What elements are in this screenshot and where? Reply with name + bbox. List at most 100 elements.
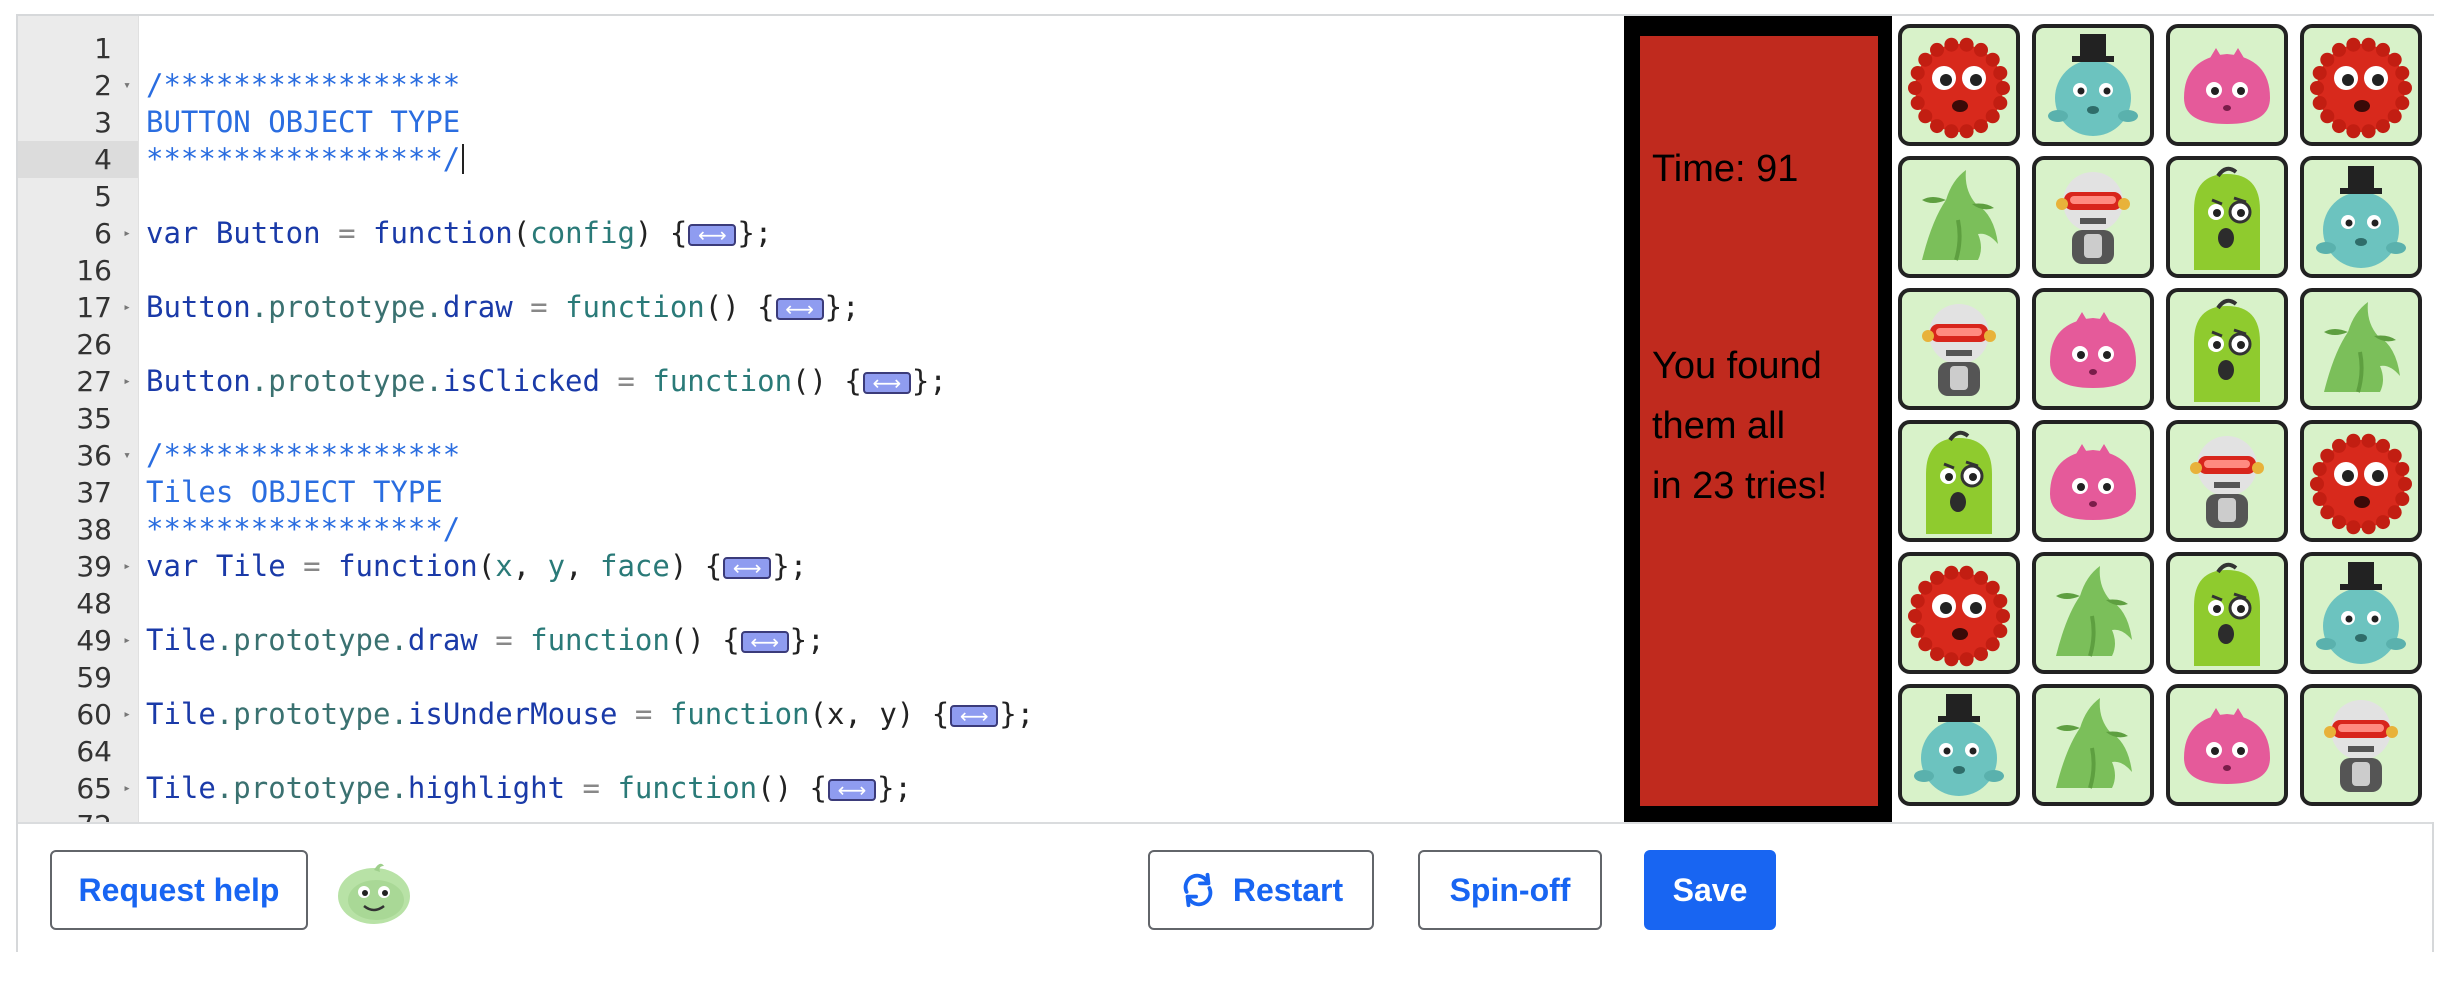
- memory-tile[interactable]: [2166, 24, 2288, 146]
- code-line[interactable]: 17▸Button.prototype.draw = function() {}…: [18, 289, 1624, 327]
- line-number-cell: 36 ▾: [18, 437, 138, 474]
- memory-tile[interactable]: [2166, 288, 2288, 410]
- code-token: };: [789, 623, 825, 657]
- code-line[interactable]: 60 ▸ Tile.prototype.isUnderMouse = functio…: [18, 696, 1624, 734]
- memory-tile[interactable]: [1898, 288, 2020, 410]
- green-monocle-monster-icon: [2194, 562, 2260, 666]
- code-line[interactable]: 5: [18, 178, 1624, 215]
- result-line: You found: [1652, 345, 1822, 387]
- folded-code-marker-icon[interactable]: [775, 291, 824, 327]
- code-line[interactable]: 48: [18, 585, 1624, 622]
- memory-tile[interactable]: [1898, 420, 2020, 542]
- request-help-button[interactable]: Request help: [50, 850, 308, 930]
- memory-tile[interactable]: [2032, 288, 2154, 410]
- memory-tile[interactable]: [2300, 420, 2422, 542]
- fold-closed-icon[interactable]: ▸: [120, 289, 134, 326]
- teal-tophat-monster-icon: [2048, 34, 2138, 136]
- green-monocle-monster-icon: [2194, 166, 2260, 270]
- line-number-cell: 60 ▸: [18, 696, 138, 733]
- code-line[interactable]: 72: [18, 807, 1624, 822]
- code-line[interactable]: 49▸Tile.prototype.draw = function() {};: [18, 622, 1624, 660]
- code-token: var: [146, 549, 216, 583]
- memory-tile[interactable]: [2032, 156, 2154, 278]
- code-token: =: [512, 290, 566, 324]
- code-token: var: [146, 216, 216, 250]
- line-number: 16: [76, 254, 112, 287]
- code-text: var Tile = function(x, y, face) {};: [146, 548, 808, 586]
- memory-tile[interactable]: [1898, 156, 2020, 278]
- fold-open-icon[interactable]: ▾: [120, 67, 134, 104]
- memory-tile[interactable]: [2300, 552, 2422, 674]
- code-line[interactable]: 64: [18, 733, 1624, 770]
- folded-code-marker-icon[interactable]: [688, 217, 737, 253]
- memory-tile[interactable]: [1898, 552, 2020, 674]
- code-line[interactable]: 37 Tiles OBJECT TYPE: [18, 474, 1624, 511]
- memory-tile[interactable]: [2032, 684, 2154, 806]
- code-token: () {: [669, 623, 740, 657]
- code-line[interactable]: 2 ▾/*****************: [18, 67, 1624, 104]
- code-token: };: [772, 549, 808, 583]
- code-line[interactable]: 27 ▸ Button.prototype.isClicked = function…: [18, 363, 1624, 401]
- gray-robot-monster-icon: [2324, 700, 2398, 792]
- code-line[interactable]: 3 BUTTON OBJECT TYPE: [18, 104, 1624, 141]
- folded-code-marker-icon[interactable]: [862, 365, 911, 401]
- code-token: ) {: [669, 549, 723, 583]
- code-token: ,: [512, 549, 548, 583]
- memory-tile[interactable]: [2300, 684, 2422, 806]
- line-number: 60: [76, 698, 112, 731]
- memory-tile[interactable]: [2300, 288, 2422, 410]
- folded-code-marker-icon[interactable]: [740, 624, 789, 660]
- line-number-cell: 16: [18, 252, 138, 289]
- code-token: isUnderMouse: [407, 697, 618, 731]
- memory-tile[interactable]: [2300, 24, 2422, 146]
- code-text: var Button = function(config) {};: [146, 215, 772, 253]
- memory-tile[interactable]: [2166, 156, 2288, 278]
- code-token: function: [565, 290, 705, 324]
- fold-closed-icon[interactable]: ▸: [120, 622, 134, 659]
- fold-closed-icon[interactable]: ▸: [120, 696, 134, 733]
- line-number-cell: 1: [18, 30, 138, 67]
- code-text: Button.prototype.draw = function() {};: [146, 289, 860, 327]
- footer-toolbar: Request help Restart Spin-off Save: [18, 822, 2432, 952]
- folded-code-marker-icon[interactable]: [827, 772, 876, 808]
- code-token: Tile: [146, 771, 216, 805]
- fold-closed-icon[interactable]: ▸: [120, 548, 134, 585]
- memory-tile[interactable]: [2032, 420, 2154, 542]
- code-line[interactable]: 6▸var Button = function(config) {};: [18, 215, 1624, 253]
- avatar-icon: [338, 863, 410, 924]
- code-line[interactable]: 4 *****************/: [18, 141, 1624, 178]
- gray-robot-monster-icon: [2056, 172, 2130, 264]
- save-button[interactable]: Save: [1644, 850, 1776, 930]
- code-line[interactable]: 1: [18, 30, 1624, 67]
- fold-closed-icon[interactable]: ▸: [120, 215, 134, 252]
- code-line[interactable]: 39▸var Tile = function(x, y, face) {};: [18, 548, 1624, 586]
- spin-off-button[interactable]: Spin-off: [1418, 850, 1602, 930]
- fold-open-icon[interactable]: ▾: [120, 437, 134, 474]
- memory-tile[interactable]: [2300, 156, 2422, 278]
- memory-tile[interactable]: [1898, 24, 2020, 146]
- code-editor[interactable]: 1 2 ▾/***************** 3 BUTTON OBJECT TYPE…: [18, 16, 1624, 822]
- code-line[interactable]: 38 *****************/: [18, 511, 1624, 548]
- code-line[interactable]: 16: [18, 252, 1624, 289]
- fold-closed-icon[interactable]: ▸: [120, 770, 134, 807]
- code-line[interactable]: 65 ▸ Tile.prototype.highlight = function()…: [18, 770, 1624, 808]
- code-token: Button: [146, 364, 251, 398]
- memory-tile[interactable]: [2166, 420, 2288, 542]
- memory-tile[interactable]: [2166, 552, 2288, 674]
- line-number-cell: 4: [18, 141, 138, 178]
- memory-tile[interactable]: [2166, 684, 2288, 806]
- memory-tile[interactable]: [1898, 684, 2020, 806]
- memory-tile[interactable]: [2032, 24, 2154, 146]
- folded-code-marker-icon[interactable]: [950, 698, 999, 734]
- restart-button[interactable]: Restart: [1148, 850, 1374, 930]
- fold-closed-icon[interactable]: ▸: [120, 363, 134, 400]
- code-line[interactable]: 35: [18, 400, 1624, 437]
- program-frame: 1 2 ▾/***************** 3 BUTTON OBJECT TYPE…: [16, 14, 2434, 952]
- code-line[interactable]: 59: [18, 659, 1624, 696]
- code-line[interactable]: 36 ▾/*****************: [18, 437, 1624, 474]
- folded-code-marker-icon[interactable]: [723, 550, 772, 586]
- code-line[interactable]: 26: [18, 326, 1624, 363]
- code-token: =: [599, 364, 653, 398]
- memory-tile[interactable]: [2032, 552, 2154, 674]
- program-output-canvas[interactable]: Time: 91 You found them all in 23 tries!: [1624, 16, 2434, 822]
